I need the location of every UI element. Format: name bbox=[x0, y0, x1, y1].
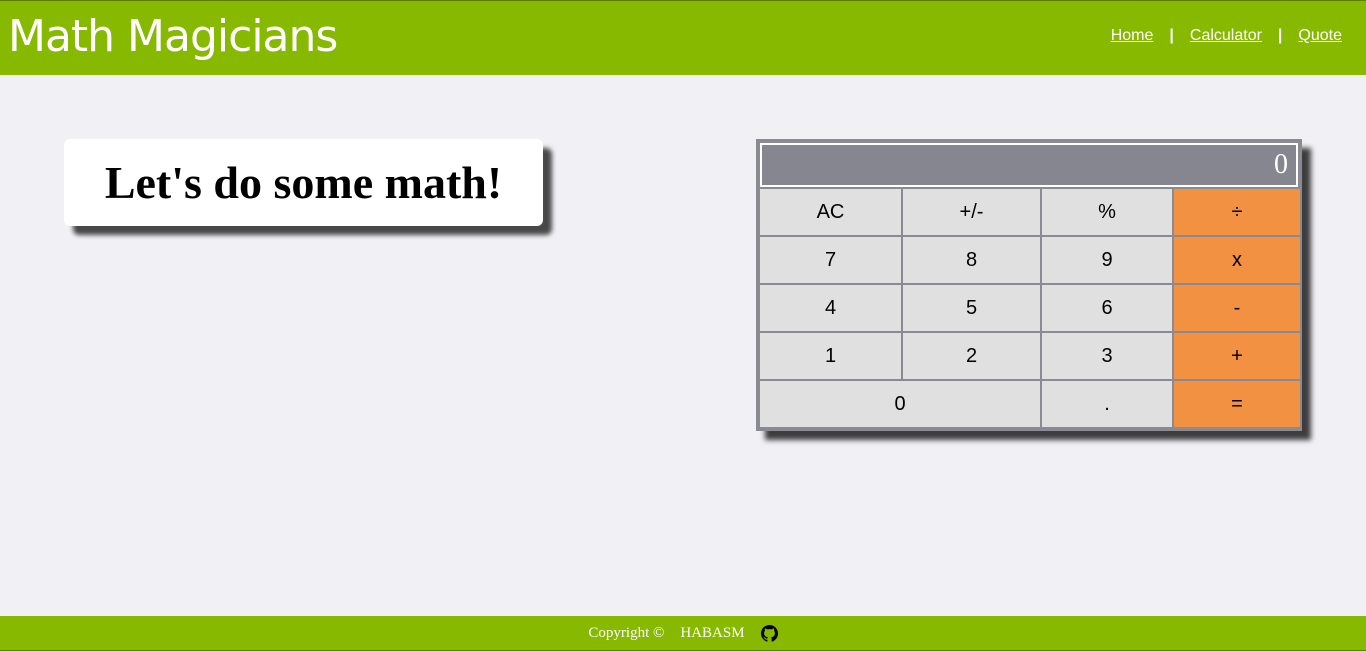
key-8-button[interactable]: 8 bbox=[903, 237, 1040, 283]
author-name: HABASM bbox=[680, 624, 745, 641]
minus-button[interactable]: - bbox=[1174, 285, 1300, 331]
key-3-button[interactable]: 3 bbox=[1042, 333, 1172, 379]
decimal-button[interactable]: . bbox=[1042, 381, 1172, 427]
heading-card: Let's do some math! bbox=[64, 139, 543, 226]
key-1-button[interactable]: 1 bbox=[760, 333, 901, 379]
page-heading: Let's do some math! bbox=[104, 157, 503, 208]
main-nav: Home | Calculator | Quote bbox=[1111, 27, 1366, 45]
github-icon[interactable] bbox=[760, 624, 778, 642]
multiply-button[interactable]: x bbox=[1174, 237, 1300, 283]
key-4-button[interactable]: 4 bbox=[760, 285, 901, 331]
equals-button[interactable]: = bbox=[1174, 381, 1300, 427]
calculator: 0 AC +/- % ÷ 7 8 9 x 4 5 6 - 1 2 3 + 0 .… bbox=[756, 139, 1302, 431]
nav-separator: | bbox=[1277, 27, 1283, 44]
key-0-button[interactable]: 0 bbox=[760, 381, 1040, 427]
copyright-text: Copyright © bbox=[588, 624, 665, 641]
percent-button[interactable]: % bbox=[1042, 189, 1172, 235]
ac-button[interactable]: AC bbox=[760, 189, 901, 235]
key-2-button[interactable]: 2 bbox=[903, 333, 1040, 379]
nav-quote-link[interactable]: Quote bbox=[1298, 27, 1342, 45]
calculator-display: 0 bbox=[760, 143, 1298, 187]
key-6-button[interactable]: 6 bbox=[1042, 285, 1172, 331]
nav-separator: | bbox=[1169, 27, 1174, 44]
key-7-button[interactable]: 7 bbox=[760, 237, 901, 283]
plus-button[interactable]: + bbox=[1174, 333, 1300, 379]
header: Math Magicians Home | Calculator | Quote bbox=[0, 0, 1366, 75]
key-9-button[interactable]: 9 bbox=[1042, 237, 1172, 283]
nav-calculator-link[interactable]: Calculator bbox=[1190, 27, 1262, 45]
sign-button[interactable]: +/- bbox=[903, 189, 1040, 235]
divide-button[interactable]: ÷ bbox=[1174, 189, 1300, 235]
nav-home-link[interactable]: Home bbox=[1111, 27, 1154, 45]
key-5-button[interactable]: 5 bbox=[903, 285, 1040, 331]
brand-title: Math Magicians bbox=[8, 11, 338, 62]
footer: Copyright © HABASM bbox=[0, 616, 1366, 651]
